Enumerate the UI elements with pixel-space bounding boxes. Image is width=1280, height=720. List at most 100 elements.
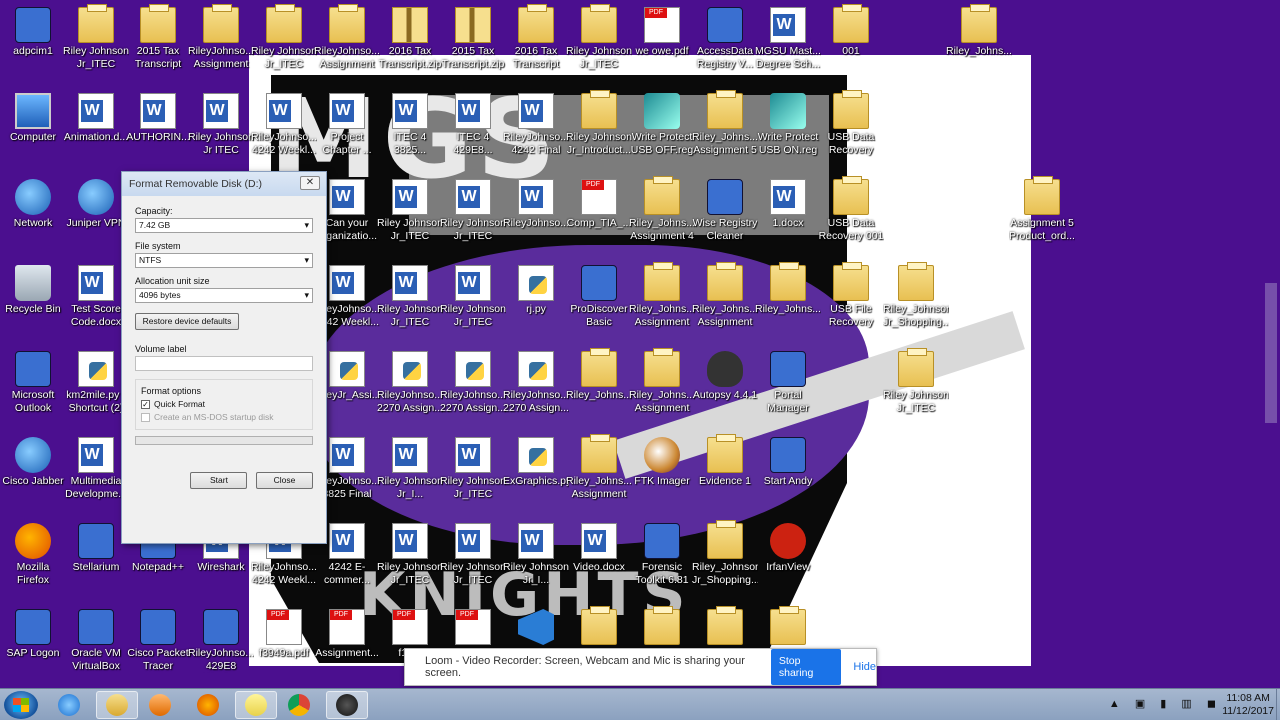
desktop-icon[interactable]: Juniper VPN: [63, 177, 129, 263]
desktop-icon[interactable]: 1.docx: [755, 177, 821, 263]
quick-format-checkbox[interactable]: ✓ Quick Format: [141, 399, 307, 409]
desktop-icon[interactable]: ITEC 4 3825...: [377, 91, 443, 177]
desktop-icon[interactable]: RileyJohnso... 2270 Assign...: [503, 349, 569, 435]
desktop-icon[interactable]: RileyJohnso...: [503, 177, 569, 263]
desktop-icon[interactable]: ExGraphics.py: [503, 435, 569, 521]
desktop-icon[interactable]: RileyJohnso... 4242 Weekl...: [251, 91, 317, 177]
desktop-icon[interactable]: AccessData Registry V...: [692, 5, 758, 91]
desktop-icon[interactable]: Riley Johnson Jr_ITEC 332...: [440, 263, 506, 349]
taskbar-button[interactable]: [326, 691, 368, 719]
desktop-icon[interactable]: Write Protect USB OFF.reg: [629, 91, 695, 177]
desktop-icon[interactable]: Riley Johnson Jr_I...: [377, 435, 443, 521]
desktop-icon[interactable]: RileyJohnso... 2270 Assign...: [377, 349, 443, 435]
desktop-icon[interactable]: Riley_Johnson Jr_Shopping...: [692, 520, 758, 607]
desktop-icon[interactable]: ProDiscover Basic: [566, 263, 632, 349]
desktop-icon[interactable]: 001: [818, 4, 884, 91]
desktop-icon[interactable]: km2mile.py - Shortcut (2): [63, 349, 129, 435]
desktop-icon[interactable]: Riley Johnson Jr_Introduct...: [566, 90, 632, 177]
desktop-icon[interactable]: Cisco Packet Tracer: [125, 607, 191, 693]
desktop-icon[interactable]: Riley Johnson Jr_ITEC 227...: [566, 4, 632, 91]
desktop-icon[interactable]: Oracle VM VirtualBox: [63, 607, 129, 693]
taskbar-button[interactable]: [139, 691, 181, 719]
desktop-icon[interactable]: Autopsy 4.4.1: [692, 349, 758, 435]
taskbar-button[interactable]: [278, 691, 320, 719]
desktop-icon[interactable]: USB Data Recovery 001: [818, 176, 884, 263]
desktop-icon[interactable]: Microsoft Outlook: [0, 349, 66, 435]
desktop-icon[interactable]: Riley Johnson Jr_ITEC 332...: [440, 435, 506, 521]
desktop-icon[interactable]: f3949a.pdf: [251, 607, 317, 693]
dialog-close-button[interactable]: ✕: [300, 176, 320, 190]
desktop-icon[interactable]: we owe.pdf: [629, 5, 695, 91]
desktop-icon[interactable]: USB Data Recovery: [818, 90, 884, 177]
desktop-icon[interactable]: Riley Johnson Jr_ITEC 332...: [440, 521, 506, 607]
taskbar-button[interactable]: [187, 691, 229, 719]
desktop-icon[interactable]: Wise Registry Cleaner: [692, 177, 758, 263]
desktop-icon[interactable]: Riley Johnson Jr_ITEC 428...: [377, 263, 443, 349]
desktop-icon[interactable]: ITEC 4 429E8...: [440, 91, 506, 177]
desktop-icon[interactable]: 2016 Tax Transcript.zip: [377, 5, 443, 91]
desktop-icon[interactable]: Comp_TIA_...: [566, 177, 632, 263]
desktop-icon[interactable]: Forensic Toolkit 6.81: [629, 521, 695, 607]
clock[interactable]: 11:08 AM 11/12/2017: [1222, 692, 1274, 718]
desktop-icon[interactable]: Multimedia Developme...: [63, 435, 129, 521]
desktop-icon[interactable]: Stellarium: [63, 521, 129, 607]
desktop-icon[interactable]: Riley Johnson Jr_I...: [503, 521, 569, 607]
desktop-icon[interactable]: FTK Imager: [629, 435, 695, 521]
desktop-icon[interactable]: RileyJohnso... 429E8 Week...: [188, 607, 254, 693]
desktop-icon[interactable]: Riley_Johns...: [566, 348, 632, 435]
desktop-icon[interactable]: RileyJohnso... Assignment C...: [188, 4, 254, 91]
desktop-icon[interactable]: Assignment...: [314, 607, 380, 693]
desktop-icon[interactable]: 2015 Tax Transcript: [125, 4, 191, 91]
desktop-icon[interactable]: rj.py: [503, 263, 569, 349]
desktop-icon[interactable]: AUTHORIN...: [125, 91, 191, 177]
taskbar-button[interactable]: [96, 691, 138, 719]
desktop-icon[interactable]: Riley_Johns...: [755, 262, 821, 349]
close-button[interactable]: Close: [256, 472, 313, 489]
desktop-icon[interactable]: Computer: [0, 91, 66, 177]
desktop-icon[interactable]: Riley_Johns... Assignment ...: [629, 262, 695, 349]
desktop-icon[interactable]: Cisco Jabber: [0, 435, 66, 521]
desktop-icon[interactable]: 2016 Tax Transcript: [503, 4, 569, 91]
right-edge-scrollbar[interactable]: [1265, 283, 1277, 423]
desktop-icon[interactable]: SAP Logon: [0, 607, 66, 693]
show-desktop-button[interactable]: [1276, 689, 1280, 720]
desktop-icon[interactable]: Riley Johnson Jr ITEC 4242...: [188, 91, 254, 177]
desktop-icon[interactable]: MGSU Mast... Degree Sch...: [755, 5, 821, 91]
hide-link[interactable]: Hide: [853, 661, 876, 673]
desktop-icon[interactable]: adpcim1: [0, 5, 66, 91]
restore-defaults-button[interactable]: Restore device defaults: [135, 313, 239, 330]
desktop-icon[interactable]: USB File Recovery: [818, 262, 884, 349]
desktop-icon[interactable]: Riley Johnson Jr_ITEC 227...: [251, 4, 317, 91]
desktop-icon[interactable]: Animation.d...: [63, 91, 129, 177]
desktop-icon[interactable]: Riley Johnson Jr_ITEC 227...: [377, 521, 443, 607]
desktop-icon[interactable]: Riley_Johns... Assignment ...: [566, 434, 632, 521]
volume-label-input[interactable]: [135, 356, 313, 371]
desktop-icon[interactable]: Network: [0, 177, 66, 263]
desktop-icon[interactable]: Riley Johnson Jr_ITEC 332...: [377, 177, 443, 263]
allocation-select[interactable]: 4096 bytes: [135, 288, 313, 303]
desktop-icon[interactable]: Riley_Johns... Assignment ...: [692, 262, 758, 349]
desktop-icon[interactable]: RileyJohnso... 4242 Final P...: [503, 91, 569, 177]
desktop-icon[interactable]: RileyJohnso... Assignment ...: [314, 4, 380, 91]
desktop-icon[interactable]: Portal Manager: [755, 349, 821, 435]
desktop-icon[interactable]: Assignment 5 Product_ord...: [1009, 176, 1075, 263]
desktop-icon[interactable]: Riley_Johns... Assignment 4: [629, 176, 695, 263]
desktop-icon[interactable]: Evidence 1: [692, 434, 758, 521]
stop-sharing-button[interactable]: Stop sharing: [770, 649, 842, 685]
desktop-icon[interactable]: Riley_Johns... Assignment ...: [629, 348, 695, 435]
desktop-icon[interactable]: Video.docx: [566, 521, 632, 607]
desktop-icon[interactable]: Test Score Code.docx: [63, 263, 129, 349]
filesystem-select[interactable]: NTFS: [135, 253, 313, 268]
capacity-select[interactable]: 7.42 GB: [135, 218, 313, 233]
desktop-icon[interactable]: 2015 Tax Transcript.zip: [440, 5, 506, 91]
system-tray-icons[interactable]: ▲ ▣ ▮ ▥ ◼: [1109, 697, 1222, 710]
desktop-icon[interactable]: Start Andy: [755, 435, 821, 521]
start-button-windows-icon[interactable]: [4, 691, 38, 719]
desktop-icon[interactable]: Riley_Johnson Jr_Shopping...: [883, 262, 949, 349]
desktop-icon[interactable]: Riley Johnson Jr_ITEC 3280...: [883, 348, 949, 435]
desktop-icon[interactable]: IrfanView: [755, 521, 821, 607]
desktop-icon[interactable]: Riley_Johns... Assignment 5: [692, 90, 758, 177]
desktop-icon[interactable]: RileyJohnso... 2270 Assign...: [440, 349, 506, 435]
desktop-icon[interactable]: Write Protect USB ON.reg: [755, 91, 821, 177]
desktop-icon[interactable]: Riley_Johns...: [946, 4, 1012, 91]
